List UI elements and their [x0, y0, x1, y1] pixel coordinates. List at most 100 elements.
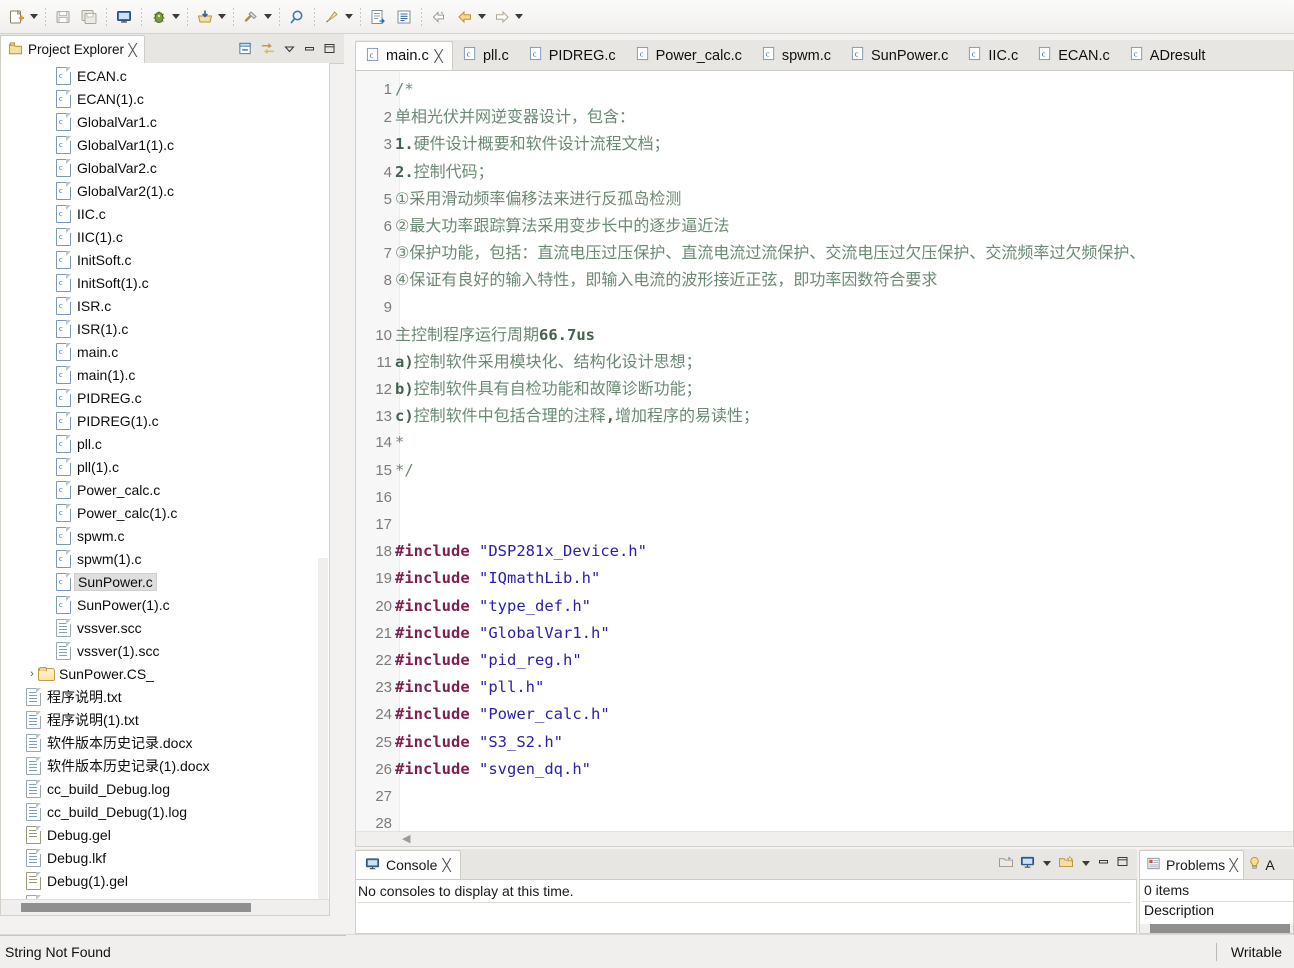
tab-project-explorer[interactable]: Project Explorer ╳	[0, 35, 146, 63]
link-with-editor-icon[interactable]	[260, 41, 276, 59]
tree-item[interactable]: c pll(1).c	[1, 455, 329, 478]
close-icon[interactable]: ╳	[434, 49, 442, 63]
tree-item[interactable]: c ISR.c	[1, 294, 329, 317]
close-icon[interactable]: ╳	[129, 43, 137, 57]
editor-horizontal-scrollbar[interactable]: ◀	[356, 831, 1293, 846]
line-number: 10	[375, 326, 392, 344]
editor-tab[interactable]: c ADresult	[1119, 41, 1216, 70]
load-program-dropdown-icon[interactable]	[216, 6, 227, 28]
load-program-button[interactable]	[192, 4, 229, 30]
tree-item[interactable]: c ECAN(1).c	[1, 87, 329, 110]
debug-button[interactable]	[146, 4, 183, 30]
tree-item[interactable]: c GlobalVar1.c	[1, 110, 329, 133]
forward-dropdown-icon[interactable]	[513, 6, 524, 28]
search-button[interactable]	[284, 4, 310, 30]
tree-item[interactable]: c InitSoft(1).c	[1, 271, 329, 294]
close-icon[interactable]: ╳	[1230, 858, 1238, 872]
tree-item[interactable]: 程序说明(1).txt	[1, 708, 329, 731]
tree-expand-arrow[interactable]: ›	[26, 668, 38, 680]
editor-tab[interactable]: c SunPower.c	[841, 41, 959, 70]
tree-horizontal-scrollbar-track[interactable]	[1, 899, 329, 915]
tree-item[interactable]: c SunPower(1).c	[1, 593, 329, 616]
editor-tab[interactable]: c pll.c	[452, 41, 519, 70]
project-tree[interactable]: c ECAN.c c ECAN(1).c c GlobalVar1.c c GlobalVar…	[0, 63, 330, 916]
tree-item[interactable]: c GlobalVar1(1).c	[1, 133, 329, 156]
tree-item[interactable]: c spwm(1).c	[1, 547, 329, 570]
back-dropdown-icon[interactable]	[476, 6, 487, 28]
maximize-icon[interactable]	[323, 42, 336, 58]
new-file-button[interactable]	[4, 4, 41, 30]
build-button[interactable]	[238, 4, 275, 30]
tab-console[interactable]: Console ╳	[355, 850, 461, 879]
editor-tab[interactable]: c main.c ╳	[355, 41, 453, 70]
collapse-all-icon[interactable]	[238, 41, 253, 59]
maximize-icon[interactable]	[1116, 855, 1129, 871]
display-console-dropdown-icon[interactable]	[1041, 852, 1052, 874]
tree-item[interactable]: c PIDREG.c	[1, 386, 329, 409]
tree-item[interactable]: vssver.scc	[1, 616, 329, 639]
editor-tab[interactable]: c Power_calc.c	[625, 41, 752, 70]
tree-item[interactable]: › SunPower.CS_	[1, 662, 329, 685]
tree-item[interactable]: c pll.c	[1, 432, 329, 455]
open-declaration-button[interactable]	[365, 4, 391, 30]
problems-horizontal-scrollbar-thumb[interactable]	[1150, 924, 1290, 933]
tree-item[interactable]: c SunPower.c	[1, 570, 329, 593]
back-button[interactable]	[452, 4, 489, 30]
editor-tab[interactable]: c PIDREG.c	[518, 41, 626, 70]
code-editor[interactable]: 1/* 2 单相光伏并网逆变器设计，包含： 3 1.硬件设计概要和软件设计流程文档； 4 2…	[355, 71, 1294, 847]
tree-horizontal-scrollbar-thumb[interactable]	[21, 903, 251, 912]
tree-item[interactable]: c Power_calc.c	[1, 478, 329, 501]
forward-button[interactable]	[489, 4, 526, 30]
tree-item[interactable]: 软件版本历史记录.docx	[1, 731, 329, 754]
outline-button[interactable]	[391, 4, 417, 30]
tree-item[interactable]: Debug.gel	[1, 823, 329, 846]
tree-item[interactable]: c Power_calc(1).c	[1, 501, 329, 524]
close-icon[interactable]: ╳	[443, 858, 451, 872]
tree-item-label: GlobalVar1.c	[77, 113, 157, 130]
last-edit-location-button[interactable]	[426, 4, 452, 30]
minimize-icon[interactable]	[1097, 855, 1110, 871]
build-dropdown-icon[interactable]	[262, 6, 273, 28]
editor-tab[interactable]: c ECAN.c	[1028, 41, 1120, 70]
problems-horizontal-scrollbar-track[interactable]	[1140, 924, 1293, 933]
tree-item[interactable]: c GlobalVar2(1).c	[1, 179, 329, 202]
run-button[interactable]	[319, 4, 356, 30]
new-console-view-icon[interactable]	[1058, 855, 1074, 872]
scroll-left-icon[interactable]: ◀	[402, 832, 410, 845]
tree-item[interactable]: c ISR(1).c	[1, 317, 329, 340]
tree-item[interactable]: Debug.lkf	[1, 846, 329, 869]
tree-item[interactable]: c IIC.c	[1, 202, 329, 225]
editor-tab[interactable]: c IIC.c	[958, 41, 1029, 70]
code-content[interactable]: 1/* 2 单相光伏并网逆变器设计，包含： 3 1.硬件设计概要和软件设计流程文档； 4 2…	[356, 71, 1293, 846]
minimize-icon[interactable]	[303, 42, 316, 58]
tree-item[interactable]: c IIC(1).c	[1, 225, 329, 248]
display-selected-console-icon[interactable]	[1020, 855, 1035, 872]
open-console-icon[interactable]	[998, 855, 1014, 872]
view-menu-icon[interactable]	[283, 42, 296, 58]
console-button[interactable]	[111, 4, 137, 30]
save-all-button[interactable]	[76, 4, 102, 30]
tree-item[interactable]: c main.c	[1, 340, 329, 363]
tree-item[interactable]: c ECAN.c	[1, 64, 329, 87]
tree-item[interactable]: 软件版本历史记录(1).docx	[1, 754, 329, 777]
tree-item[interactable]: cc_build_Debug(1).log	[1, 800, 329, 823]
tree-item[interactable]: Debug(1).gel	[1, 869, 329, 892]
run-dropdown-icon[interactable]	[343, 6, 354, 28]
tree-item[interactable]: c spwm.c	[1, 524, 329, 547]
tab-problems[interactable]: Problems ╳	[1139, 850, 1245, 879]
save-button[interactable]	[50, 4, 76, 30]
tree-item[interactable]: c main(1).c	[1, 363, 329, 386]
tab-advice[interactable]: A	[1244, 850, 1279, 879]
debug-dropdown-icon[interactable]	[170, 6, 181, 28]
editor-tab[interactable]: c spwm.c	[751, 41, 842, 70]
tree-item[interactable]: cc_build_Debug.log	[1, 777, 329, 800]
problems-column-header-description[interactable]: Description	[1142, 901, 1293, 918]
tree-item[interactable]: c GlobalVar2.c	[1, 156, 329, 179]
tree-vertical-scrollbar-track[interactable]	[318, 558, 328, 913]
tree-item[interactable]: c InitSoft.c	[1, 248, 329, 271]
tree-item[interactable]: vssver(1).scc	[1, 639, 329, 662]
tree-item[interactable]: c PIDREG(1).c	[1, 409, 329, 432]
new-console-dropdown-icon[interactable]	[1080, 852, 1091, 874]
new-file-dropdown-icon[interactable]	[28, 6, 39, 28]
tree-item[interactable]: 程序说明.txt	[1, 685, 329, 708]
